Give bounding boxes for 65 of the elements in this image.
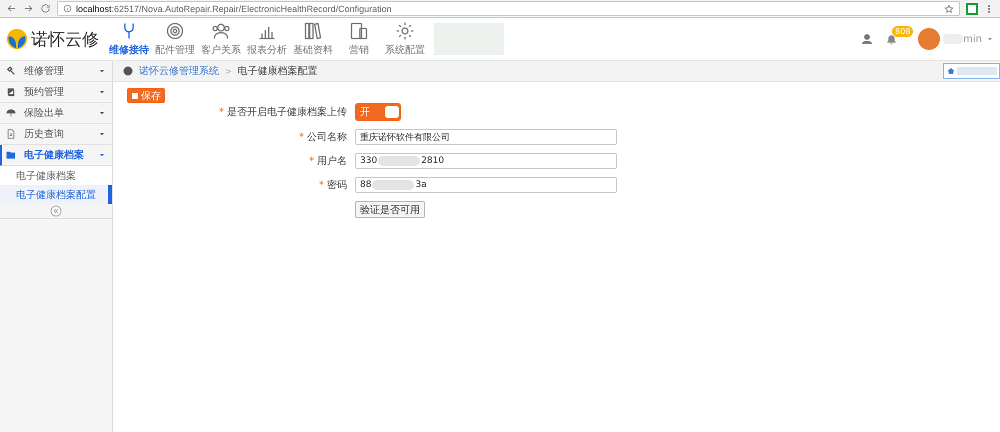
- back-icon[interactable]: [6, 3, 17, 14]
- hammer-icon: [6, 66, 16, 76]
- field-label: 密码: [327, 178, 347, 192]
- books-icon: [303, 21, 323, 41]
- info-icon: [63, 4, 72, 13]
- user-icon[interactable]: [861, 33, 874, 45]
- nav-tab[interactable]: 客户关系: [198, 21, 244, 57]
- notification-badge: 808: [892, 26, 914, 36]
- required-mark: *: [219, 106, 224, 118]
- caret-icon: [98, 67, 106, 75]
- collapse-icon[interactable]: [50, 205, 62, 217]
- save-icon: [131, 92, 139, 100]
- input-field[interactable]: 330 2810: [355, 153, 617, 169]
- sidebar-item[interactable]: 保险出单: [0, 103, 112, 124]
- verify-button[interactable]: 验证是否可用: [355, 201, 425, 218]
- settings-icon: [395, 21, 415, 41]
- bell-icon[interactable]: [885, 32, 898, 46]
- disc-icon: [165, 21, 185, 41]
- folder-icon: [6, 150, 16, 160]
- required-mark: *: [299, 132, 304, 142]
- caret-icon: [98, 151, 106, 159]
- people-icon: [211, 21, 231, 41]
- reload-icon[interactable]: [40, 3, 51, 14]
- breadcrumb-item[interactable]: 诺怀云修管理系统: [139, 64, 219, 78]
- caret-icon: [98, 130, 106, 138]
- nav-tab[interactable]: 营销: [336, 21, 382, 57]
- nav-tab[interactable]: 配件管理: [152, 21, 198, 57]
- nav-tab[interactable]: 系统配置: [382, 21, 428, 57]
- toggle-switch[interactable]: 开: [355, 103, 401, 121]
- nav-tab[interactable]: 报表分析: [244, 21, 290, 57]
- forward-icon[interactable]: [23, 3, 34, 14]
- input-field[interactable]: 88 3a: [355, 177, 617, 193]
- caret-icon: [98, 109, 106, 117]
- logo-text: 诺怀云修: [31, 28, 99, 50]
- url-text: localhost:62517/Nova.AutoRepair.Repair/ElectronicHealthRecord/Configuration: [76, 4, 392, 14]
- required-mark: *: [319, 180, 324, 190]
- extension-icon[interactable]: [966, 2, 978, 14]
- nav-tab[interactable]: 维修接待: [106, 21, 152, 57]
- document-icon: [6, 129, 16, 139]
- sidebar-item[interactable]: 预约管理: [0, 82, 112, 103]
- home-tab[interactable]: [943, 63, 1000, 79]
- field-label: 公司名称: [307, 131, 347, 144]
- sidebar-subitem[interactable]: 电子健康档案: [0, 166, 112, 185]
- sidebar-item[interactable]: 维修管理: [0, 61, 112, 82]
- sidebar-subitem[interactable]: 电子健康档案配置: [0, 185, 112, 204]
- umbrella-icon: [6, 108, 16, 118]
- required-mark: *: [309, 156, 314, 166]
- breadcrumb-item: 电子健康档案配置: [238, 64, 318, 78]
- breadcrumb-separator: >: [225, 66, 232, 76]
- home-icon: [947, 67, 955, 75]
- user-name[interactable]: min: [963, 34, 982, 44]
- devices-icon: [349, 21, 369, 41]
- caret-icon: [98, 88, 106, 96]
- sidebar-item[interactable]: 历史查询: [0, 124, 112, 145]
- field-label: 用户名: [317, 154, 347, 168]
- caret-icon[interactable]: [986, 35, 994, 43]
- star-icon[interactable]: [944, 4, 954, 14]
- address-field[interactable]: localhost:62517/Nova.AutoRepair.Repair/ElectronicHealthRecord/Configuration: [57, 1, 960, 16]
- nav-tab[interactable]: 基础资料: [290, 21, 336, 57]
- logo-icon: [6, 28, 28, 50]
- field-label: 是否开启电子健康档案上传: [227, 106, 347, 119]
- input-field[interactable]: 重庆诺怀软件有限公司: [355, 129, 617, 145]
- book-icon: [6, 87, 16, 97]
- save-button[interactable]: 保存: [127, 88, 165, 103]
- avatar[interactable]: [918, 28, 940, 50]
